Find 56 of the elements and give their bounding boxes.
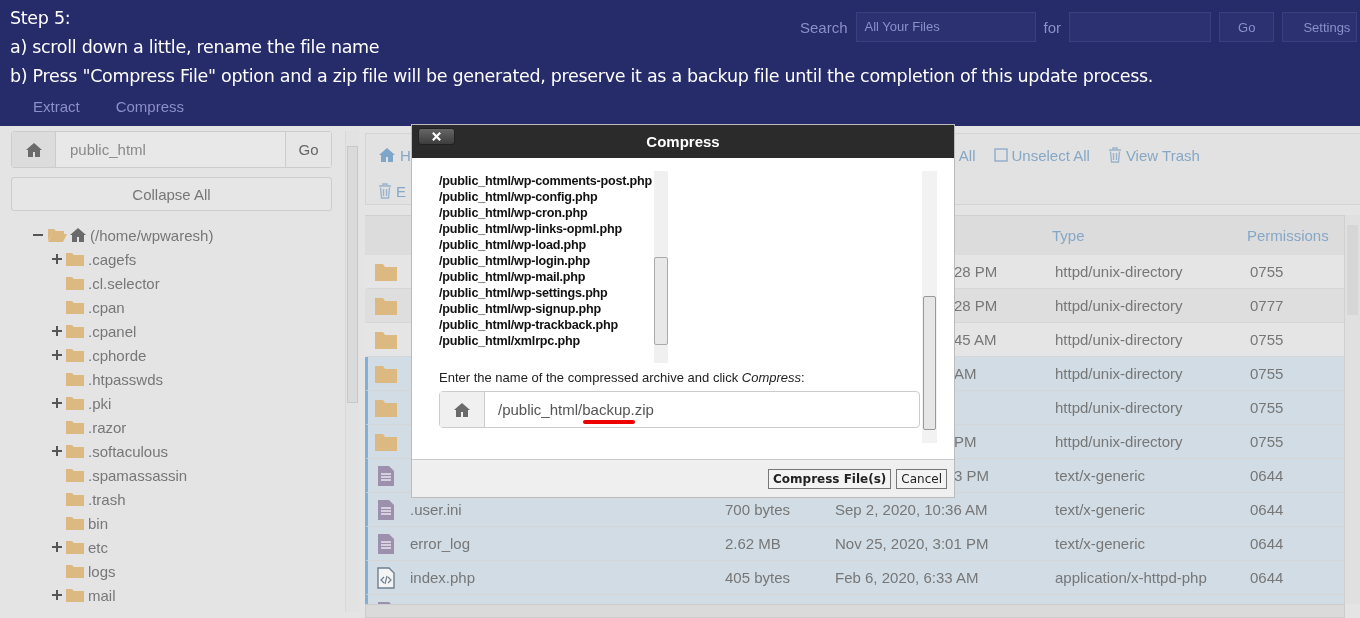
table-cell: httpd/unix-directory xyxy=(1055,365,1183,382)
table-cell: 0644 xyxy=(1250,569,1284,586)
table-cell: 45 AM xyxy=(954,331,997,348)
file-path: /public_html/wp-trackback.php xyxy=(439,317,619,333)
for-label: for xyxy=(1043,18,1062,36)
file-path: /public_html/wp-load.php xyxy=(439,237,587,253)
table-cell: httpd/unix-directory xyxy=(1055,297,1183,314)
instruction-text: a) scroll down a little, rename the file name xyxy=(10,36,380,59)
tree-label: (/home/wpwaresh) xyxy=(90,226,214,244)
file-path: /public_html/wp-settings.php xyxy=(439,285,609,301)
table-cell: Sep 2, 2020, 10:36 AM xyxy=(835,501,988,518)
table-cell: error_log xyxy=(410,535,471,552)
table-cell: httpd/unix-directory xyxy=(1055,263,1183,280)
table-cell: 28 PM xyxy=(954,297,998,314)
table-cell: 0777 xyxy=(1250,297,1284,314)
field-value: /public_html/backup.zip xyxy=(498,400,654,419)
table-cell: 0644 xyxy=(1250,467,1284,484)
table-cell: PM xyxy=(954,433,977,450)
table-cell: 0755 xyxy=(1250,399,1284,416)
file-path: /public_html/wp-config.php xyxy=(439,189,599,205)
search-label: Search xyxy=(800,18,848,36)
table-cell: text/x-generic xyxy=(1055,501,1146,518)
table-cell: 28 PM xyxy=(954,263,998,280)
prompt-text: Enter the name of the compressed archive and click Compress: xyxy=(439,370,806,385)
table-cell: .user.ini xyxy=(410,501,462,518)
table-cell: 0755 xyxy=(1250,433,1284,450)
table-cell: 405 bytes xyxy=(725,569,791,586)
file-path: /public_html/wp-cron.php xyxy=(439,205,589,221)
dialog-title: Compress xyxy=(646,133,720,150)
path-text: public_html xyxy=(69,140,147,160)
table-cell: httpd/unix-directory xyxy=(1055,399,1183,416)
table-cell: AM xyxy=(954,365,977,382)
table-cell: 0755 xyxy=(1250,365,1284,382)
table-cell: Feb 6, 2020, 6:33 AM xyxy=(835,569,979,586)
table-cell: 700 bytes xyxy=(725,501,791,518)
table-cell: text/x-generic xyxy=(1055,535,1146,552)
table-cell: 2.62 MB xyxy=(725,535,781,552)
table-cell: application/x-httpd-php xyxy=(1055,569,1207,586)
file-path: /public_html/wp-login.php xyxy=(439,253,591,269)
table-cell: Nov 25, 2020, 3:01 PM xyxy=(835,535,989,552)
file-path: /public_html/wp-signup.php xyxy=(439,301,602,317)
file-path: /public_html/xmlrpc.php xyxy=(439,333,581,349)
table-cell: 0644 xyxy=(1250,535,1284,552)
table-cell: 3 PM xyxy=(954,467,989,484)
file-path: /public_html/wp-comments-post.php xyxy=(439,173,654,189)
file-path: /public_html/wp-mail.php xyxy=(439,269,587,285)
table-cell: httpd/unix-directory xyxy=(1055,433,1183,450)
step-title: Step 5: xyxy=(10,7,71,30)
file-path: /public_html/wp-links-opml.php xyxy=(439,221,623,237)
table-cell: text/x-generic xyxy=(1055,467,1146,484)
table-cell: httpd/unix-directory xyxy=(1055,331,1183,348)
table-cell: 0755 xyxy=(1250,331,1284,348)
table-cell: 0755 xyxy=(1250,263,1284,280)
table-cell: index.php xyxy=(410,569,476,586)
table-cell: 0644 xyxy=(1250,501,1284,518)
instruction-text: b) Press "Compress File" option and a zip file will be generated, preserve it as a backup file until the completion of this update process. xyxy=(10,65,1154,88)
